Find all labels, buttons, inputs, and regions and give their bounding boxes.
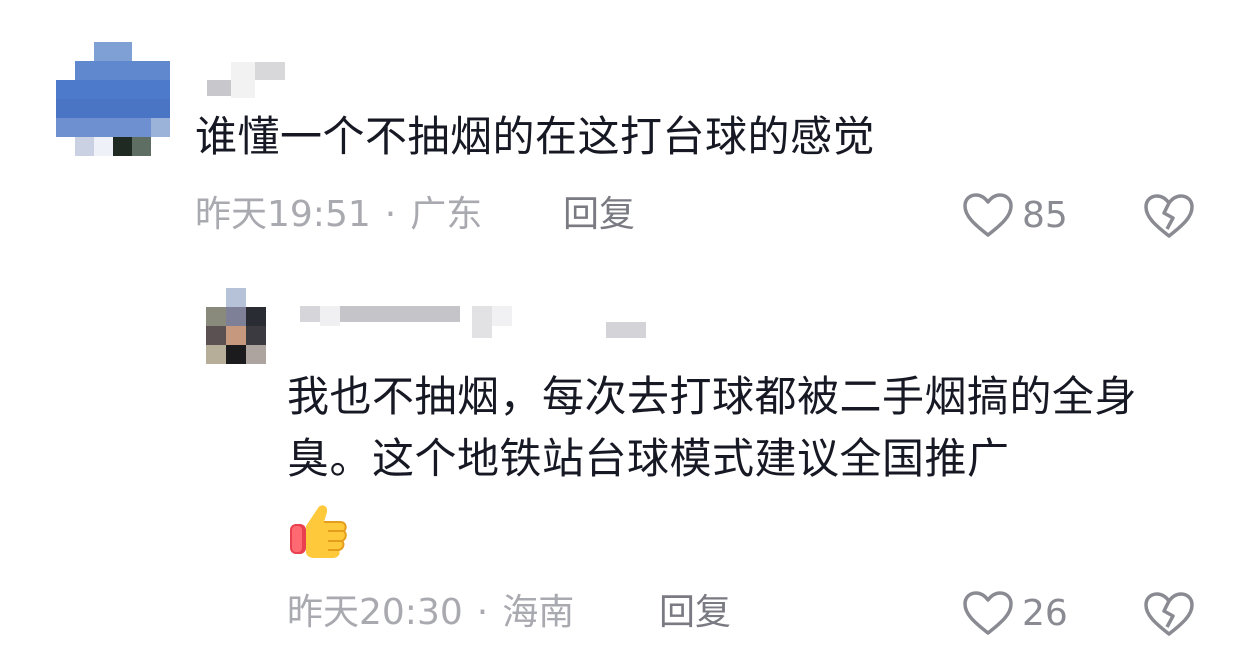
comment-meta: 昨天20:30 · 海南 回复 — [287, 591, 731, 635]
separator-dot: · — [476, 592, 489, 633]
comment-item: 谁懂一个不抽烟的在这打台球的感觉 昨天19:51 · 广东 回复 85 — [0, 0, 1259, 270]
comment-location: 海南 — [502, 592, 575, 633]
dislike-button[interactable] — [1143, 193, 1195, 243]
heart-outline-icon — [963, 193, 1013, 237]
comment-location: 广东 — [410, 194, 483, 235]
reply-button[interactable]: 回复 — [659, 591, 731, 635]
like-button[interactable]: 85 — [962, 192, 1068, 238]
broken-heart-icon — [1144, 592, 1194, 636]
like-button[interactable]: 26 — [962, 590, 1068, 636]
reply-button[interactable]: 回复 — [563, 193, 635, 237]
reply-comment-item: 我也不抽烟，每次去打球都被二手烟搞的全身臭。这个地铁站台球模式建议全国推广 昨天… — [0, 270, 1259, 666]
username-blurred[interactable] — [207, 62, 287, 98]
heart-outline-icon — [963, 591, 1013, 635]
username-blurred[interactable] — [300, 306, 650, 346]
dislike-button[interactable] — [1143, 591, 1195, 641]
comment-text: 谁懂一个不抽烟的在这打台球的感觉 — [195, 112, 876, 161]
broken-heart-icon — [1144, 194, 1194, 238]
comment-time: 昨天19:51 — [195, 194, 371, 235]
thumbs-up-emoji — [290, 505, 347, 558]
like-count: 85 — [1022, 194, 1068, 236]
avatar[interactable] — [206, 288, 266, 364]
comment-meta: 昨天19:51 · 广东 回复 — [195, 193, 635, 237]
comment-time: 昨天20:30 — [287, 592, 463, 633]
separator-dot: · — [384, 194, 397, 235]
comment-text: 我也不抽烟，每次去打球都被二手烟搞的全身臭。这个地铁站台球模式建议全国推广 — [287, 372, 1138, 483]
like-count: 26 — [1022, 592, 1068, 634]
avatar[interactable] — [56, 42, 170, 156]
